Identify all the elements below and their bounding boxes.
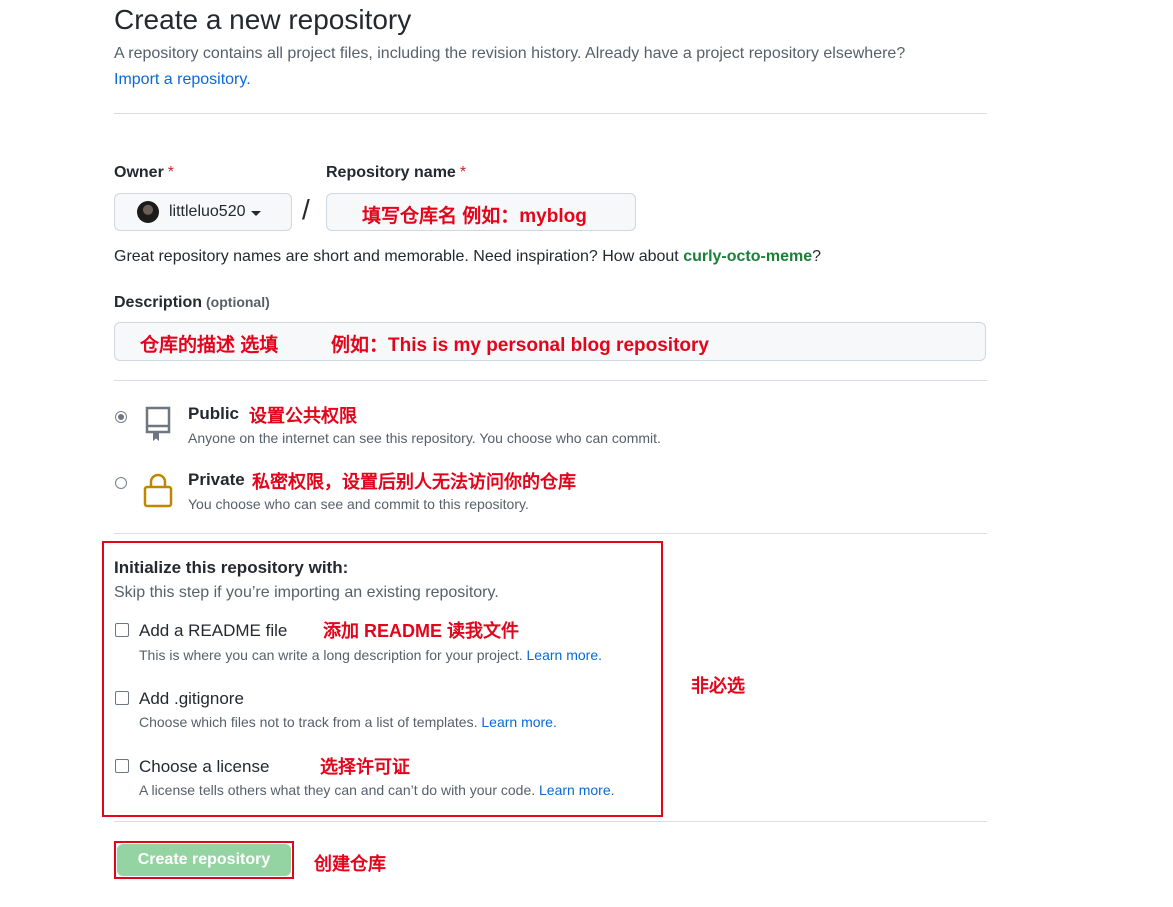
public-annotation: 设置公共权限 [249,406,357,426]
public-radio[interactable] [115,411,127,423]
repo-name-required-mark: * [459,164,467,181]
license-subtitle: A license tells others what they can and… [139,782,615,798]
description-label: Description (optional) [114,294,270,311]
initialize-title: Initialize this repository with: [114,558,349,577]
owner-required-mark: * [167,164,175,181]
create-repository-button[interactable]: Create repository [117,844,291,876]
repo-name-hint: Great repository names are short and mem… [114,248,822,265]
chevron-down-icon [250,210,261,216]
gitignore-learn-more-link[interactable]: Learn more. [481,714,556,730]
description-annotation-left: 仓库的描述 选填 [140,335,279,356]
gitignore-checkbox[interactable] [115,691,129,705]
initialize-subtitle: Skip this step if you’re importing an ex… [114,584,499,601]
name-suggestion-link[interactable]: curly-octo-meme [683,248,812,265]
private-radio[interactable] [115,477,127,489]
private-annotation: 私密权限，设置后别人无法访问你的仓库 [252,472,576,492]
initialize-divider [114,821,987,822]
repo-name-label: Repository name * [326,164,467,181]
readme-annotation: 添加 README 读我文件 [323,621,520,641]
description-annotation-right: 例如：This is my personal blog repository [331,335,709,356]
page-subtitle: A repository contains all project files,… [114,45,906,62]
license-learn-more-link[interactable]: Learn more. [539,782,614,798]
readme-checkbox[interactable] [115,623,129,637]
readme-title: Add a README file [139,621,288,640]
public-subtitle: Anyone on the internet can see this repo… [188,430,661,446]
readme-subtitle: This is where you can write a long descr… [139,647,602,663]
optional-side-annotation: 非必选 [691,676,745,696]
visibility-divider [114,533,987,534]
public-title: Public [188,404,240,423]
repo-name-annotation: 填写仓库名 例如：myblog [362,206,587,227]
page-title: Create a new repository [114,4,412,35]
private-title: Private [188,470,245,489]
repo-icon [142,404,174,444]
owner-dropdown[interactable]: littleluo520 [114,193,292,231]
license-checkbox[interactable] [115,759,129,773]
lock-icon [142,470,174,510]
create-annotation: 创建仓库 [314,854,386,874]
owner-label: Owner * [114,164,175,181]
description-divider [114,380,987,381]
license-title: Choose a license [139,757,270,776]
owner-name: littleluo520 [169,203,246,220]
avatar [137,201,159,223]
header-divider [114,113,987,114]
import-repository-link[interactable]: Import a repository. [114,71,251,89]
private-subtitle: You choose who can see and commit to thi… [188,496,529,512]
license-annotation: 选择许可证 [320,757,410,777]
gitignore-subtitle: Choose which files not to track from a l… [139,714,557,730]
owner-repo-separator: / [302,194,310,225]
readme-learn-more-link[interactable]: Learn more. [527,647,602,663]
optional-tag: (optional) [206,294,270,310]
gitignore-title: Add .gitignore [139,689,244,708]
